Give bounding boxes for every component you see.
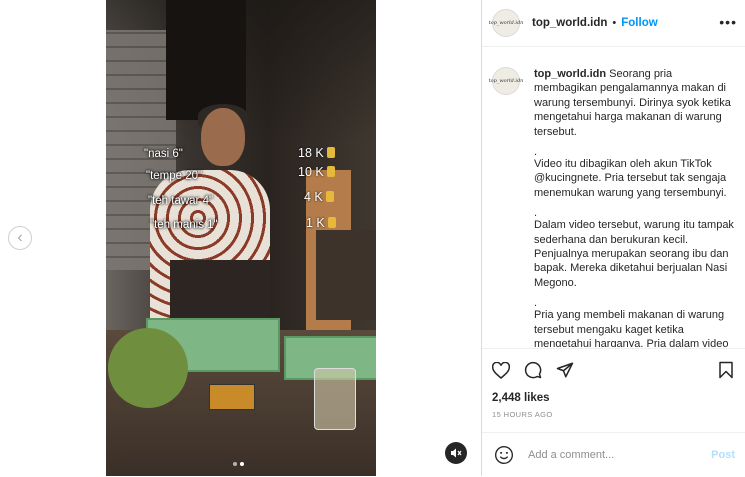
price-item-label: "tempe 20" [146,170,203,182]
caption-paragraph: Dalam video tersebut, warung itu tampak … [534,219,734,289]
header-username[interactable]: top_world.idn [532,17,607,29]
post-sidebar: top_world.idn top_world.idn • Follow •••… [482,0,745,476]
share-glyph [556,362,574,378]
share-icon[interactable] [556,361,574,379]
comment-input[interactable] [526,448,690,462]
scene-cigarette-pack [209,384,255,410]
caption-separator: . [534,146,538,159]
avatar-text: top_world.idn [488,78,524,84]
comment-icon[interactable] [524,361,542,379]
caption-paragraph: Video itu dibagikan oleh akun TikTok @ku… [534,158,727,199]
scene-woman-head [201,108,245,166]
follow-button[interactable]: Follow [621,17,657,29]
scene-banana-leaf [108,328,188,408]
video-player[interactable]: "nasi 6" 18 K "tempe 20" 10 K "teh tawar… [106,0,376,476]
heart-glyph [492,361,510,379]
bookmark-glyph [719,361,733,379]
caption-area[interactable]: top_world.idn top_world.idn Seorang pria… [482,47,745,347]
price-item-value: 18 K [298,146,335,160]
chevron-left-icon[interactable]: ‹ [8,226,32,250]
volume-mute-glyph [451,448,462,458]
emoji-icon[interactable] [494,445,514,465]
likes-count[interactable]: 2,448 likes [492,392,550,404]
caption-text: top_world.idn Seorang pria membagikan pe… [534,67,734,347]
money-bag-icon [326,166,335,177]
post-comment-button[interactable]: Post [711,449,735,461]
bookmark-icon[interactable] [717,361,735,379]
more-options-icon[interactable]: ••• [719,14,737,30]
media-pane: ‹ "nasi 6" 18 K "tempe 20" 10 K "teh taw… [0,0,482,476]
caption-avatar[interactable]: top_world.idn [489,67,523,95]
price-item-value: 4 K [304,190,334,204]
carousel-dot [233,462,237,466]
scene-window [166,0,246,120]
comment-bar: Post [482,432,745,477]
volume-mute-icon[interactable] [445,442,467,464]
money-bag-icon [325,191,334,202]
caption-separator: . [534,207,538,220]
scene-glass [314,368,356,430]
header-separator: • [612,17,617,29]
caption-username[interactable]: top_world.idn [534,68,606,80]
price-item-value: 10 K [298,165,335,179]
money-bag-icon [327,217,336,228]
action-bar [482,348,745,391]
scene-shelf [316,230,376,320]
price-item-label: "teh tawar 4" [148,195,214,207]
money-bag-icon [326,147,335,158]
caption-paragraph: Pria yang membeli makanan di warung ters… [534,309,729,347]
comment-glyph [524,361,542,379]
avatar-text: top_world.idn [488,20,524,26]
post-timestamp[interactable]: 15 HOURS AGO [492,410,553,419]
price-item-label: "teh manis 1" [150,219,218,231]
avatar[interactable]: top_world.idn [489,9,523,37]
price-item-value: 1 K [306,216,336,230]
caption-separator: . [534,297,538,310]
heart-icon[interactable] [492,361,510,379]
price-item-label: "nasi 6" [144,148,183,160]
carousel-dot-active [240,462,244,466]
carousel-dots [233,462,244,466]
post-header: top_world.idn top_world.idn • Follow ••• [482,0,745,47]
